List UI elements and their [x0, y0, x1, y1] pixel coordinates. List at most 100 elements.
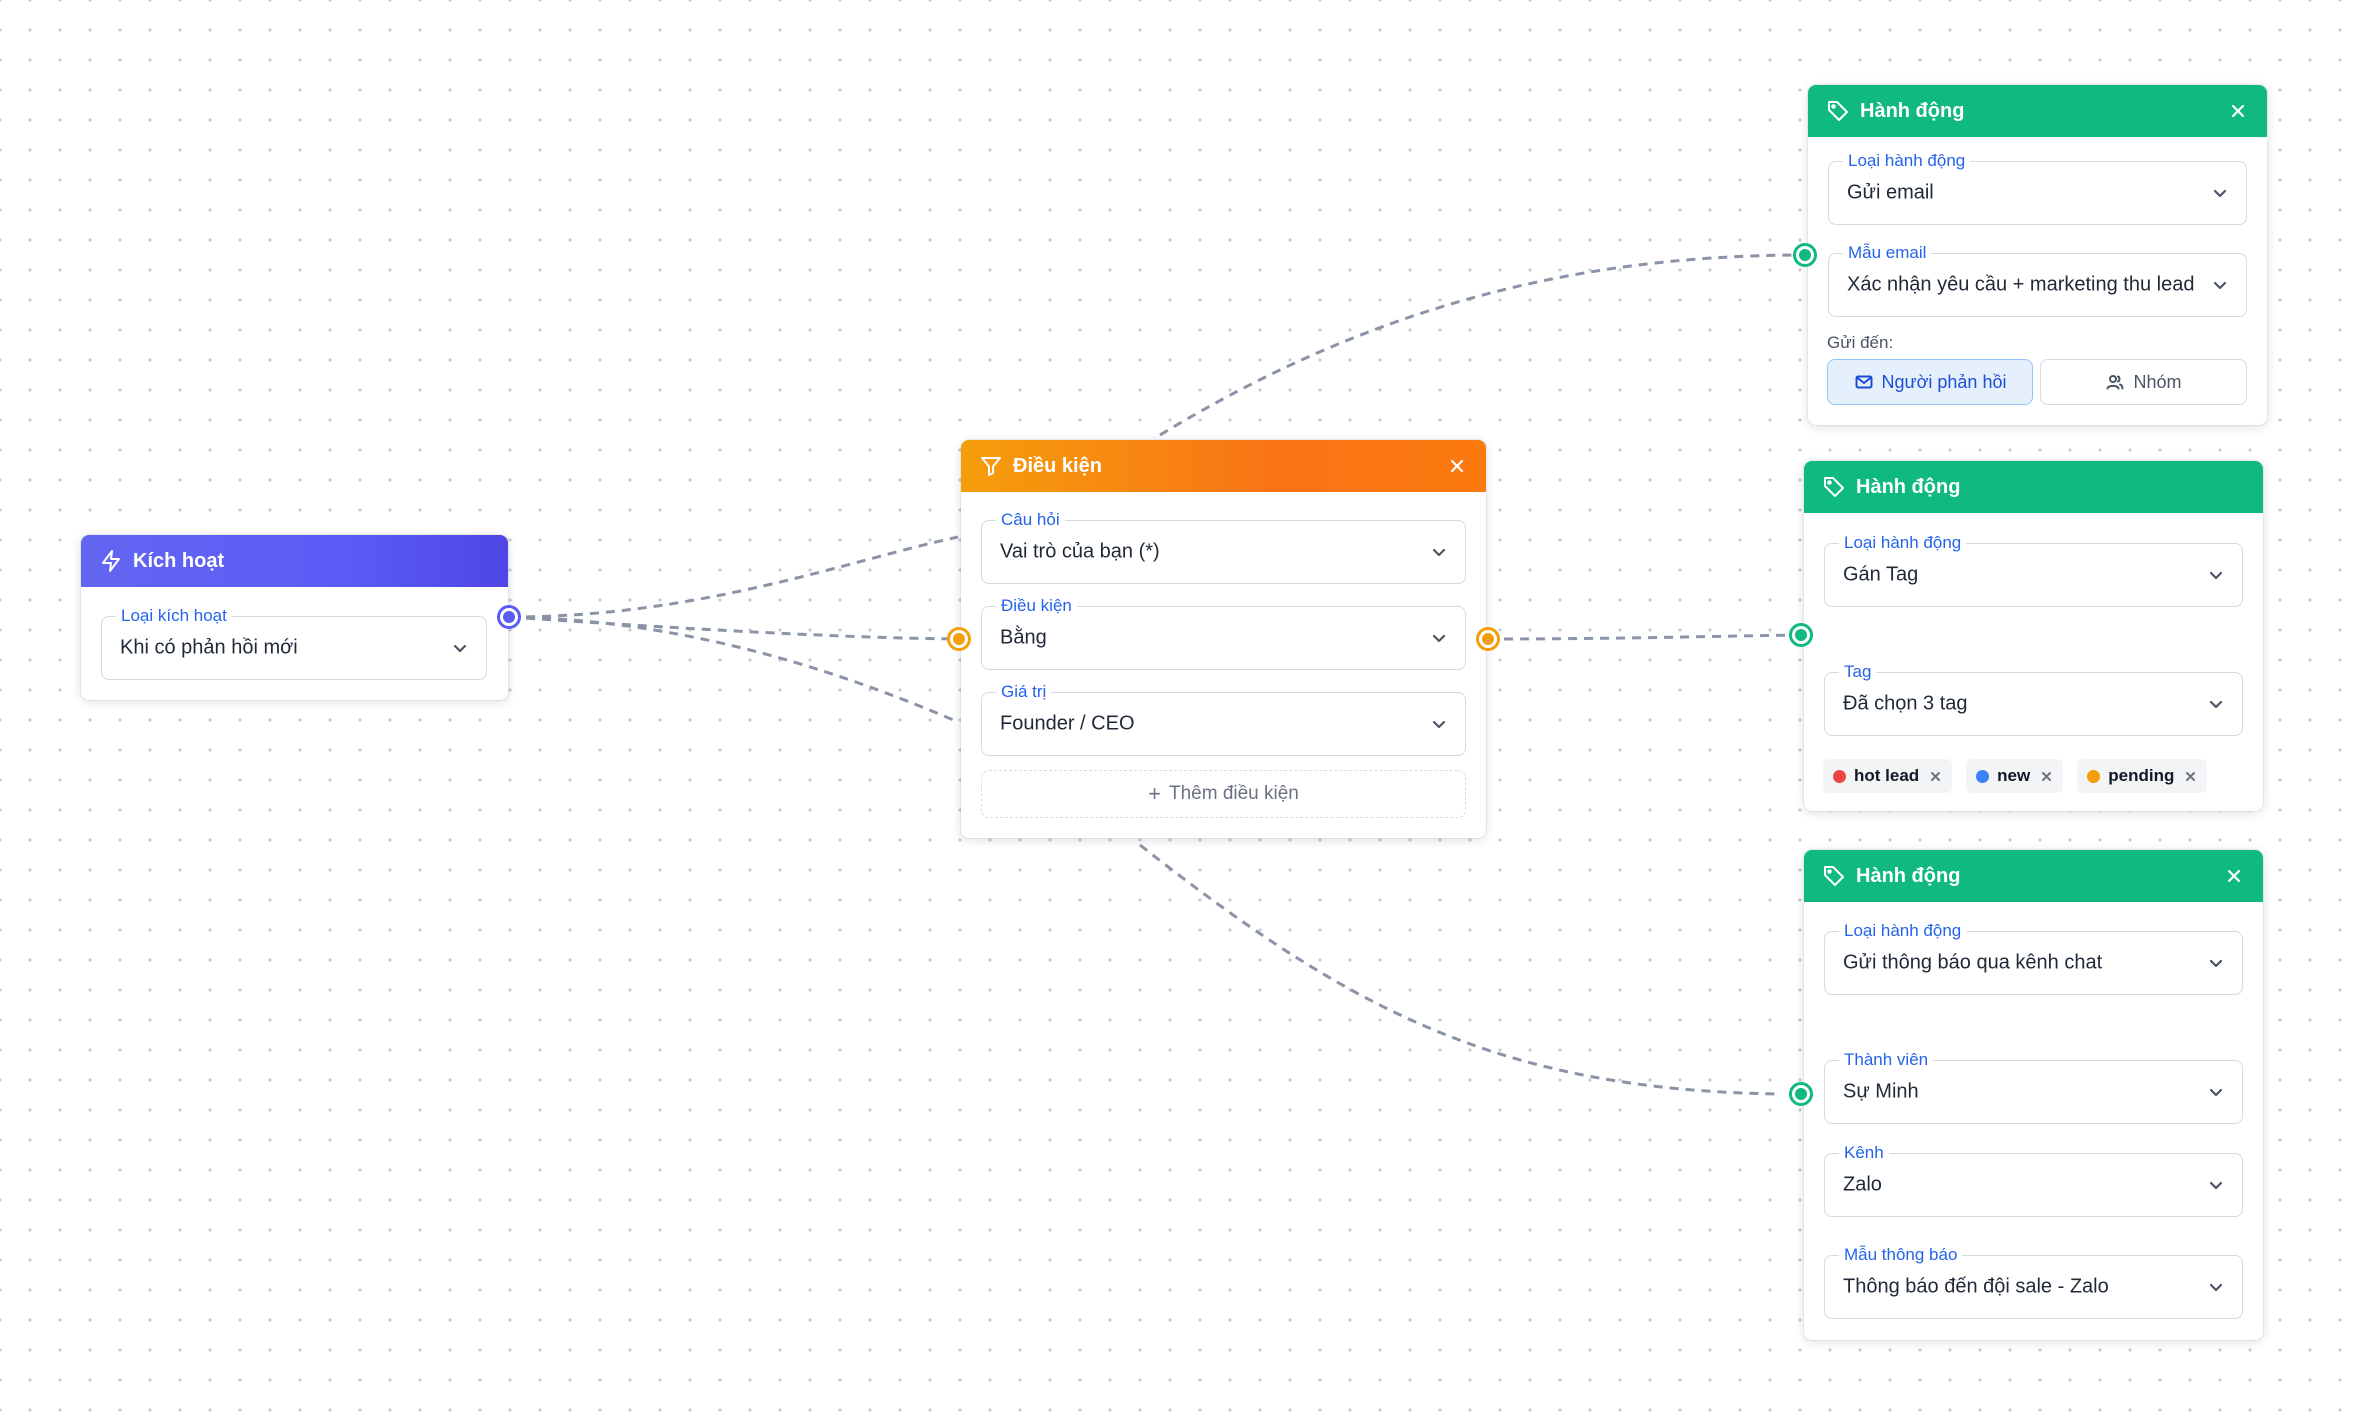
- operator-select[interactable]: Điều kiện Bằng: [981, 596, 1466, 670]
- chevron-down-icon: [452, 640, 468, 656]
- close-icon[interactable]: [1448, 457, 1466, 475]
- tag-select[interactable]: Tag Đã chọn 3 tag: [1824, 662, 2243, 736]
- email-template-label: Mẫu email: [1843, 243, 1932, 263]
- tag-chip-hot-lead[interactable]: hot lead: [1823, 759, 1953, 793]
- action-chat-header[interactable]: Hành động: [1804, 850, 2263, 902]
- tag-label: Tag: [1839, 662, 1877, 682]
- condition-node-title: Điều kiện: [1013, 454, 1102, 477]
- filter-icon: [979, 454, 1003, 478]
- condition-input-handle[interactable]: [947, 627, 971, 651]
- chat-action-type-label: Loại hành động: [1839, 921, 1967, 941]
- edge-condition-tag: [1487, 633, 1801, 641]
- action-tag-title: Hành động: [1856, 475, 1961, 498]
- operator-value: Bằng: [1000, 626, 1047, 649]
- tag-chip-label: hot lead: [1854, 766, 1920, 785]
- recipient-group-label: Nhóm: [2133, 371, 2182, 392]
- chevron-down-icon: [1431, 630, 1447, 646]
- add-condition-button[interactable]: + Thêm điều kiện: [981, 770, 1466, 818]
- chevron-down-icon: [1431, 716, 1447, 732]
- tag-icon: [1822, 475, 1846, 499]
- email-action-type-label: Loại hành động: [1843, 151, 1971, 171]
- channel-value: Zalo: [1843, 1173, 1882, 1196]
- action-chat-node[interactable]: Hành động Loại hành động Gửi thông báo q…: [1804, 850, 2263, 1340]
- chevron-down-icon: [2208, 955, 2224, 971]
- action-email-input-handle[interactable]: [1793, 243, 1817, 267]
- email-action-type-select[interactable]: Loại hành động Gửi email: [1828, 151, 2247, 225]
- operator-label: Điều kiện: [996, 596, 1077, 616]
- action-tag-node[interactable]: Hành động Loại hành động Gán Tag Tag Đã …: [1804, 461, 2263, 811]
- chevron-down-icon: [1431, 544, 1447, 560]
- remove-tag-icon[interactable]: [1929, 770, 1942, 783]
- chevron-down-icon: [2208, 1279, 2224, 1295]
- recipient-responder-label: Người phản hồi: [1881, 371, 2007, 392]
- value-select[interactable]: Giá trị Founder / CEO: [981, 682, 1466, 756]
- email-action-type-value: Gửi email: [1847, 181, 1934, 204]
- edge-condition-chat: [1139, 843, 1781, 1096]
- workflow-canvas[interactable]: Kích hoạt Loại kích hoạt Khi có phản hồi…: [0, 0, 2365, 1427]
- notification-template-value: Thông báo đến đội sale - Zalo: [1843, 1275, 2109, 1298]
- member-select[interactable]: Thành viên Sự Minh: [1824, 1050, 2243, 1124]
- trigger-node-header[interactable]: Kích hoạt: [81, 535, 508, 587]
- trigger-output-handle[interactable]: [497, 605, 521, 629]
- tag-icon: [1822, 864, 1846, 888]
- mail-icon: [1854, 372, 1874, 392]
- chevron-down-icon: [2208, 567, 2224, 583]
- action-email-header[interactable]: Hành động: [1808, 85, 2267, 137]
- value-label: Giá trị: [996, 682, 1052, 702]
- tag-color-dot: [2087, 769, 2101, 783]
- recipient-group-button[interactable]: Nhóm: [2040, 359, 2247, 405]
- remove-tag-icon[interactable]: [2040, 770, 2053, 783]
- trigger-node[interactable]: Kích hoạt Loại kích hoạt Khi có phản hồi…: [81, 535, 508, 700]
- trigger-type-label: Loại kích hoạt: [116, 606, 232, 626]
- chat-action-type-select[interactable]: Loại hành động Gửi thông báo qua kênh ch…: [1824, 921, 2243, 995]
- notification-template-select[interactable]: Mẫu thông báo Thông báo đến đội sale - Z…: [1824, 1245, 2243, 1319]
- tag-chip-pending[interactable]: pending: [2077, 759, 2208, 793]
- condition-output-handle[interactable]: [1476, 627, 1500, 651]
- trigger-type-value: Khi có phản hồi mới: [120, 636, 298, 659]
- selected-tags: hot lead new pending: [1823, 759, 2208, 793]
- channel-label: Kênh: [1839, 1143, 1889, 1163]
- notification-template-label: Mẫu thông báo: [1839, 1245, 1963, 1265]
- tag-chip-new[interactable]: new: [1966, 759, 2064, 793]
- tag-color-dot: [1976, 769, 1990, 783]
- chevron-down-icon: [2208, 1084, 2224, 1100]
- edge-trigger-condition-bottom: [509, 615, 959, 724]
- remove-tag-icon[interactable]: [2184, 770, 2197, 783]
- close-icon[interactable]: [2229, 102, 2247, 120]
- action-tag-header[interactable]: Hành động: [1804, 461, 2263, 513]
- edge-trigger-condition-mid: [509, 615, 959, 641]
- condition-node[interactable]: Điều kiện Câu hỏi Vai trò của bạn (*) Đi…: [961, 440, 1486, 838]
- users-icon: [2105, 372, 2125, 392]
- chat-action-type-value: Gửi thông báo qua kênh chat: [1843, 951, 2103, 974]
- tag-color-dot: [1833, 769, 1846, 783]
- chevron-down-icon: [2212, 277, 2228, 293]
- chevron-down-icon: [2212, 185, 2228, 201]
- value-value: Founder / CEO: [1000, 712, 1135, 735]
- action-chat-input-handle[interactable]: [1789, 1082, 1813, 1106]
- recipient-responder-button[interactable]: Người phản hồi: [1827, 359, 2033, 405]
- email-template-select[interactable]: Mẫu email Xác nhận yêu cầu + marketing t…: [1828, 243, 2247, 317]
- question-label: Câu hỏi: [996, 510, 1065, 530]
- edge-trigger-condition-top: [509, 535, 959, 619]
- action-tag-input-handle[interactable]: [1789, 623, 1813, 647]
- question-select[interactable]: Câu hỏi Vai trò của bạn (*): [981, 510, 1466, 584]
- edge-condition-email: [1159, 253, 1806, 437]
- member-value: Sự Minh: [1843, 1080, 1919, 1103]
- question-value: Vai trò của bạn (*): [1000, 540, 1160, 563]
- plus-icon: +: [1148, 781, 1161, 806]
- trigger-type-select[interactable]: Loại kích hoạt Khi có phản hồi mới: [101, 606, 487, 680]
- tag-chip-label: pending: [2108, 766, 2175, 785]
- chevron-down-icon: [2208, 696, 2224, 712]
- tag-action-type-select[interactable]: Loại hành động Gán Tag: [1824, 533, 2243, 607]
- tag-action-type-value: Gán Tag: [1843, 563, 1919, 586]
- condition-node-header[interactable]: Điều kiện: [961, 440, 1486, 492]
- chevron-down-icon: [2208, 1177, 2224, 1193]
- email-template-value: Xác nhận yêu cầu + marketing thu lead: [1847, 273, 2195, 296]
- close-icon[interactable]: [2225, 867, 2243, 885]
- tag-icon: [1826, 99, 1850, 123]
- action-email-node[interactable]: Hành động Loại hành động Gửi email Mẫu e…: [1808, 85, 2267, 425]
- channel-select[interactable]: Kênh Zalo: [1824, 1143, 2243, 1217]
- tag-value: Đã chọn 3 tag: [1843, 692, 1968, 715]
- tag-chip-label: new: [1997, 766, 2031, 785]
- lightning-icon: [99, 549, 123, 573]
